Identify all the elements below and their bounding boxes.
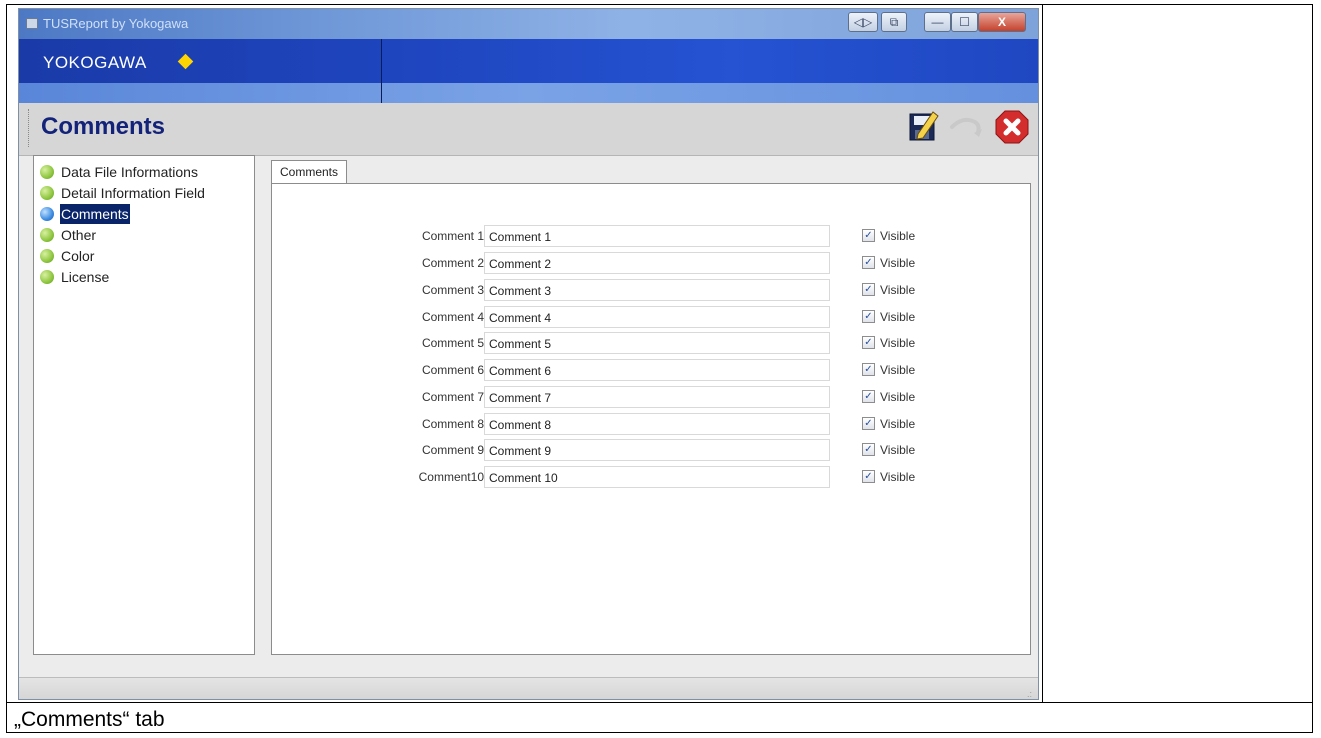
visible-checkbox[interactable]: ✓ — [862, 229, 875, 242]
nav-item-label: Detail Information Field — [61, 185, 205, 201]
status-dot-icon — [40, 228, 54, 242]
comments-panel: Comment 1 Comment 1 ✓ Visible Comment 2 … — [271, 183, 1031, 655]
snap-button[interactable]: ⧉ — [881, 12, 907, 32]
brand-banner — [19, 39, 1038, 83]
visible-label: Visible — [880, 256, 916, 270]
resize-grip-icon[interactable]: .: — [1027, 689, 1032, 699]
comment-input[interactable]: Comment 5 — [484, 332, 830, 354]
banner-divider — [381, 39, 382, 103]
save-edit-icon[interactable] — [909, 110, 939, 142]
comment-row-4: Comment 4 Comment 4 ✓ Visible — [272, 305, 1032, 329]
status-dot-icon — [40, 270, 54, 284]
comment-row-5: Comment 5 Comment 5 ✓ Visible — [272, 331, 1032, 355]
app-window: TUSReport by Yokogawa ◁▷ ⧉ — ☐ X YOKOGAW… — [18, 8, 1039, 700]
visible-checkbox[interactable]: ✓ — [862, 417, 875, 430]
figure-caption: „Comments“ tab — [14, 708, 165, 731]
visible-label: Visible — [880, 310, 916, 324]
header-grip — [28, 109, 31, 147]
visible-label: Visible — [880, 417, 916, 431]
yokogawa-logo: YOKOGAWA — [43, 53, 147, 72]
visible-checkbox[interactable]: ✓ — [862, 390, 875, 403]
comment-row-8: Comment 8 Comment 8 ✓ Visible — [272, 412, 1032, 436]
app-icon — [26, 18, 38, 29]
page-header — [19, 103, 1038, 156]
comment-input[interactable]: Comment 2 — [484, 252, 830, 274]
maximize-button[interactable]: ☐ — [951, 12, 978, 32]
comment-label: Comment 4 — [421, 310, 484, 324]
banner-strip — [19, 83, 1038, 103]
comment-input[interactable]: Comment 6 — [484, 359, 830, 381]
status-dot-icon — [40, 207, 54, 221]
visible-label: Visible — [880, 363, 916, 377]
document-table-divider — [1042, 4, 1043, 703]
visible-checkbox[interactable]: ✓ — [862, 470, 875, 483]
page-title: Comments — [41, 113, 166, 140]
visible-checkbox[interactable]: ✓ — [862, 256, 875, 269]
status-dot-icon — [40, 165, 54, 179]
comment-label: Comment 8 — [421, 417, 484, 431]
comment-row-6: Comment 6 Comment 6 ✓ Visible — [272, 358, 1032, 382]
nav-item-label: Comments — [60, 204, 130, 224]
visible-label: Visible — [880, 470, 916, 484]
comment-label: Comment 9 — [421, 443, 484, 457]
comment-row-9: Comment 9 Comment 9 ✓ Visible — [272, 438, 1032, 462]
comment-input[interactable]: Comment 9 — [484, 439, 830, 461]
visible-checkbox[interactable]: ✓ — [862, 283, 875, 296]
window-title: TUSReport by Yokogawa — [43, 16, 189, 31]
undo-icon[interactable] — [949, 113, 983, 139]
comment-input[interactable]: Comment 1 — [484, 225, 830, 247]
comment-row-10: Comment10 Comment 10 ✓ Visible — [272, 465, 1032, 489]
comment-input[interactable]: Comment 4 — [484, 306, 830, 328]
visible-checkbox[interactable]: ✓ — [862, 363, 875, 376]
tab-comments[interactable]: Comments — [271, 160, 347, 184]
comment-input[interactable]: Comment 10 — [484, 466, 830, 488]
nav-item-label: Color — [61, 248, 95, 264]
status-bar — [19, 677, 1038, 699]
visible-label: Visible — [880, 443, 916, 457]
close-circle-icon[interactable] — [995, 110, 1029, 144]
comment-row-2: Comment 2 Comment 2 ✓ Visible — [272, 251, 1032, 275]
comment-row-3: Comment 3 Comment 3 ✓ Visible — [272, 278, 1032, 302]
visible-checkbox[interactable]: ✓ — [862, 443, 875, 456]
comment-row-1: Comment 1 Comment 1 ✓ Visible — [272, 224, 1032, 248]
nav-arrows-button[interactable]: ◁▷ — [848, 12, 878, 32]
visible-checkbox[interactable]: ✓ — [862, 336, 875, 349]
comment-input[interactable]: Comment 3 — [484, 279, 830, 301]
comment-row-7: Comment 7 Comment 7 ✓ Visible — [272, 385, 1032, 409]
status-dot-icon — [40, 249, 54, 263]
nav-item-label: License — [61, 269, 110, 285]
visible-label: Visible — [880, 336, 916, 350]
minimize-button[interactable]: — — [924, 12, 951, 32]
comment-input[interactable]: Comment 7 — [484, 386, 830, 408]
comment-label: Comment 2 — [421, 256, 484, 270]
comment-label: Comment 3 — [421, 283, 484, 297]
comment-label: Comment 5 — [421, 336, 484, 350]
comment-label: Comment 6 — [421, 363, 484, 377]
document-table-row-divider — [6, 702, 1313, 703]
visible-label: Visible — [880, 229, 916, 243]
comment-input[interactable]: Comment 8 — [484, 413, 830, 435]
visible-label: Visible — [880, 283, 916, 297]
comment-label: Comment10 — [418, 470, 484, 484]
comment-label: Comment 7 — [421, 390, 484, 404]
nav-tree: Data File Informations Detail Informatio… — [33, 155, 255, 655]
visible-checkbox[interactable]: ✓ — [862, 310, 875, 323]
comment-label: Comment 1 — [421, 229, 484, 243]
close-window-button[interactable]: X — [978, 12, 1026, 32]
nav-item-label: Data File Informations — [61, 164, 198, 180]
status-dot-icon — [40, 186, 54, 200]
visible-label: Visible — [880, 390, 916, 404]
nav-item-label: Other — [61, 227, 97, 243]
